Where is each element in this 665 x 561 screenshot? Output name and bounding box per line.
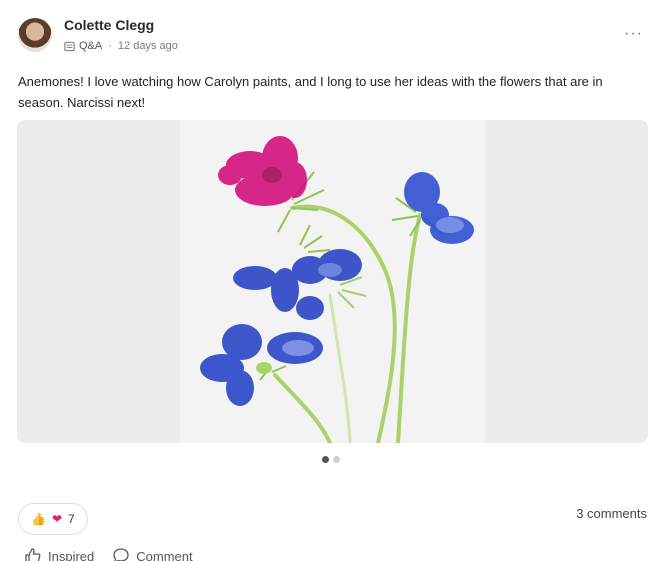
carousel-dot-2[interactable] <box>333 456 340 463</box>
author-name[interactable]: Colette Clegg <box>64 17 154 33</box>
post-card: Colette Clegg Q&A · 12 days ago ··· Anem… <box>0 0 665 561</box>
carousel-dot-1[interactable] <box>322 456 329 463</box>
avatar[interactable] <box>18 18 52 52</box>
post-text: Anemones! I love watching how Carolyn pa… <box>18 74 603 110</box>
post-category[interactable]: Q&A <box>79 40 102 52</box>
thumbs-up-icon: 👍 <box>31 512 46 526</box>
inspired-label: Inspired <box>48 548 95 561</box>
carousel-indicator <box>322 456 340 463</box>
heart-icon: ❤ <box>51 512 63 526</box>
post-image[interactable] <box>17 120 648 443</box>
reactions-summary[interactable]: 👍 ❤ 7 <box>18 503 88 535</box>
meta-separator: · <box>108 40 112 52</box>
comments-count-link[interactable]: 3 comments <box>576 506 647 521</box>
post-actions: Inspired Comment <box>24 547 193 561</box>
document-icon <box>64 41 75 51</box>
inspired-button[interactable]: Inspired <box>24 547 94 561</box>
watercolor-anemones-image <box>180 120 485 443</box>
thumbs-up-outline-icon <box>25 548 41 561</box>
comment-label: Comment <box>136 548 193 561</box>
comment-bubble-icon <box>113 548 129 561</box>
more-options-button[interactable]: ··· <box>624 26 643 42</box>
post-meta: Q&A · 12 days ago <box>64 40 178 52</box>
comment-button[interactable]: Comment <box>112 547 193 561</box>
post-time: 12 days ago <box>117 40 178 52</box>
reaction-count: 7 <box>68 512 75 526</box>
